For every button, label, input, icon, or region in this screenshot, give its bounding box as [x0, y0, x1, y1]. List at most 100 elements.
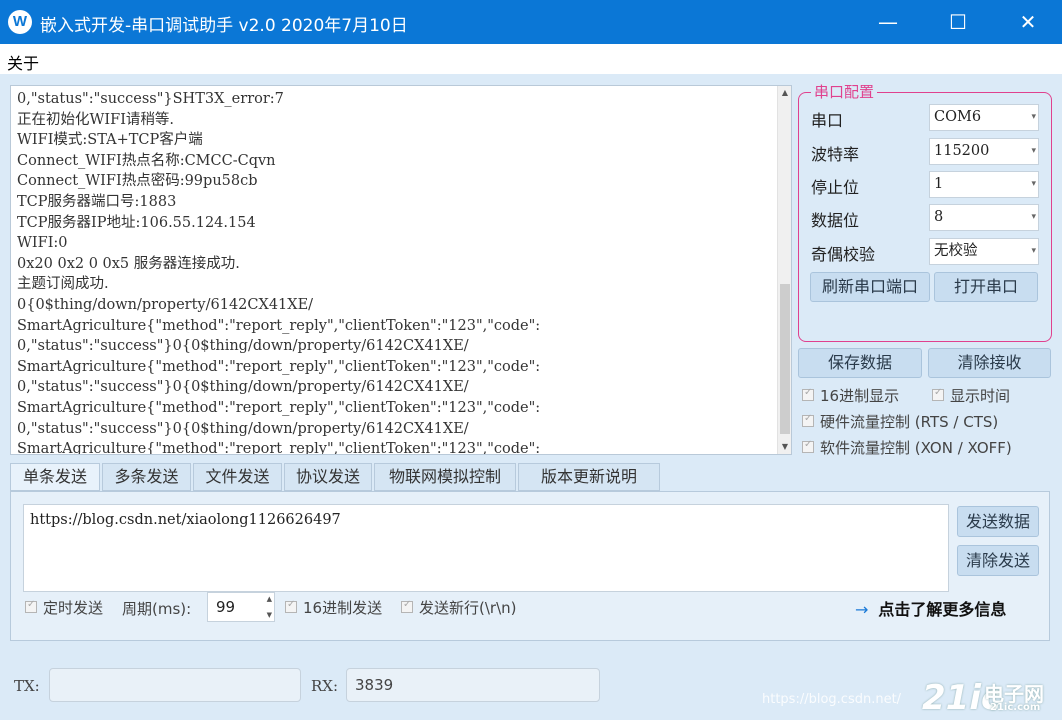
show-time-label: 显示时间	[950, 387, 1011, 405]
timed-send-checkbox[interactable]: 定时发送	[25, 597, 103, 618]
log-line: 0,"status":"success"}0{0$thing/down/prop…	[17, 420, 469, 437]
hex-display-label: 16进制显示	[820, 387, 900, 405]
log-line: SmartAgriculture{"method":"report_reply"…	[17, 317, 541, 334]
show-time-checkbox[interactable]: 显示时间	[932, 385, 1010, 406]
sw-flow-label: 软件流量控制 (XON / XOFF)	[820, 439, 1012, 457]
close-button[interactable]: ✕	[998, 0, 1058, 44]
tx-count-field	[49, 668, 301, 702]
hex-send-label: 16进制发送	[303, 599, 383, 617]
log-line: SmartAgriculture{"method":"report_reply"…	[17, 441, 541, 455]
log-line: TCP服务器端口号:1883	[17, 193, 177, 210]
port-select-value: COM6	[934, 109, 982, 125]
timed-send-label: 定时发送	[43, 599, 104, 617]
tab-file-send[interactable]: 文件发送	[193, 463, 282, 491]
parity-select-value: 无校验	[934, 243, 978, 259]
open-port-button[interactable]: 打开串口	[934, 272, 1038, 302]
checkbox-icon	[285, 599, 297, 613]
period-spinbox[interactable]: 99 ▲ ▼	[207, 592, 275, 622]
send-panel: https://blog.csdn.net/xiaolong1126626497…	[10, 491, 1050, 641]
stopbits-label: 停止位	[811, 178, 860, 197]
scroll-thumb[interactable]	[780, 284, 790, 434]
receive-log-text: 0,"status":"success"}SHT3X_error:7 正在初始化W…	[17, 89, 777, 455]
app-icon: W	[8, 10, 32, 34]
rx-label: RX:	[311, 677, 339, 695]
checkbox-icon	[25, 599, 37, 613]
receive-scrollbar[interactable]: ▲ ▼	[777, 86, 791, 454]
newline-label: 发送新行(\r\n)	[419, 599, 517, 617]
stopbits-select-value: 1	[934, 176, 944, 192]
hex-display-checkbox[interactable]: 16进制显示	[802, 385, 899, 406]
watermark-url: https://blog.csdn.net/	[762, 692, 902, 707]
chevron-down-icon: ▾	[1031, 146, 1036, 156]
databits-label: 数据位	[811, 211, 860, 230]
chevron-down-icon: ▾	[1031, 112, 1036, 122]
stopbits-select[interactable]: 1 ▾	[929, 171, 1039, 198]
log-line: WIFI模式:STA+TCP客户端	[17, 132, 203, 149]
checkbox-icon	[932, 387, 944, 401]
port-select[interactable]: COM6 ▾	[929, 104, 1039, 131]
spin-up-icon[interactable]: ▲	[267, 595, 272, 603]
window-title: 嵌入式开发-串口调试助手 v2.0 2020年7月10日	[40, 16, 408, 36]
hex-send-checkbox[interactable]: 16进制发送	[285, 597, 382, 618]
chevron-down-icon: ▾	[1031, 246, 1036, 256]
newline-checkbox[interactable]: 发送新行(\r\n)	[401, 597, 517, 618]
databits-select[interactable]: 8 ▾	[929, 204, 1039, 231]
log-line: WIFI:0	[17, 235, 68, 252]
hw-flow-checkbox[interactable]: 硬件流量控制 (RTS / CTS)	[802, 411, 998, 432]
chevron-down-icon: ▾	[1031, 212, 1036, 222]
log-line: Connect_WIFI热点名称:CMCC-Cqvn	[17, 152, 276, 169]
period-value: 99	[216, 598, 236, 616]
maximize-button[interactable]: ☐	[928, 0, 988, 44]
tab-multi-send[interactable]: 多条发送	[102, 463, 191, 491]
menu-bar: 关于	[0, 44, 1062, 74]
menu-item-about[interactable]: 关于	[7, 50, 39, 74]
hw-flow-label: 硬件流量控制 (RTS / CTS)	[820, 413, 999, 431]
tab-protocol-send[interactable]: 协议发送	[284, 463, 372, 491]
port-label: 串口	[811, 111, 844, 130]
checkbox-icon	[802, 387, 814, 401]
send-data-button[interactable]: 发送数据	[957, 506, 1039, 537]
baud-select-value: 115200	[934, 143, 990, 159]
parity-label: 奇偶校验	[811, 245, 876, 264]
more-info-label: 点击了解更多信息	[878, 600, 1007, 619]
serial-config-legend: 串口配置	[811, 83, 878, 101]
log-line: SmartAgriculture{"method":"report_reply"…	[17, 399, 541, 416]
period-label: 周期(ms):	[122, 600, 192, 618]
clear-send-button[interactable]: 清除发送	[957, 545, 1039, 576]
parity-select[interactable]: 无校验 ▾	[929, 238, 1039, 265]
checkbox-icon	[401, 599, 413, 613]
checkbox-icon	[802, 439, 814, 453]
spin-down-icon[interactable]: ▼	[267, 611, 272, 619]
checkbox-icon	[802, 413, 814, 427]
watermark-logo-en: 21ic.com	[990, 702, 1041, 713]
log-line: TCP服务器IP地址:106.55.124.154	[17, 214, 256, 231]
databits-select-value: 8	[934, 209, 944, 225]
tx-label: TX:	[14, 677, 40, 695]
log-line: 正在初始化WIFI请稍等.	[17, 111, 175, 128]
more-info-link[interactable]: → 点击了解更多信息	[855, 596, 1006, 620]
sw-flow-checkbox[interactable]: 软件流量控制 (XON / XOFF)	[802, 437, 1012, 458]
tab-single-send[interactable]: 单条发送	[10, 463, 100, 491]
log-line: 主题订阅成功.	[17, 276, 109, 293]
baud-select[interactable]: 115200 ▾	[929, 138, 1039, 165]
log-line: 0,"status":"success"}SHT3X_error:7	[17, 91, 284, 107]
log-line: 0x20 0x2 0 0x5 服务器连接成功.	[17, 255, 240, 272]
minimize-button[interactable]: —	[858, 0, 918, 44]
refresh-ports-button[interactable]: 刷新串口端口	[810, 272, 930, 302]
rx-count-field: 3839	[346, 668, 600, 702]
baud-label: 波特率	[811, 145, 860, 164]
receive-textarea[interactable]: 0,"status":"success"}SHT3X_error:7 正在初始化W…	[10, 85, 792, 455]
log-line: 0,"status":"success"}0{0$thing/down/prop…	[17, 379, 469, 396]
send-textarea[interactable]: https://blog.csdn.net/xiaolong1126626497	[23, 504, 949, 592]
tab-version-notes[interactable]: 版本更新说明	[518, 463, 660, 491]
arrow-right-icon: →	[855, 600, 869, 619]
scroll-up-icon[interactable]: ▲	[778, 86, 791, 100]
save-data-button[interactable]: 保存数据	[798, 348, 922, 378]
log-line: Connect_WIFI热点密码:99pu58cb	[17, 173, 258, 190]
log-line: 0,"status":"success"}0{0$thing/down/prop…	[17, 338, 469, 355]
clear-receive-button[interactable]: 清除接收	[928, 348, 1051, 378]
chevron-down-icon: ▾	[1031, 179, 1036, 189]
title-bar: W 嵌入式开发-串口调试助手 v2.0 2020年7月10日 — ☐ ✕	[0, 0, 1062, 44]
tab-iot-control[interactable]: 物联网模拟控制	[374, 463, 516, 491]
scroll-down-icon[interactable]: ▼	[778, 440, 791, 454]
